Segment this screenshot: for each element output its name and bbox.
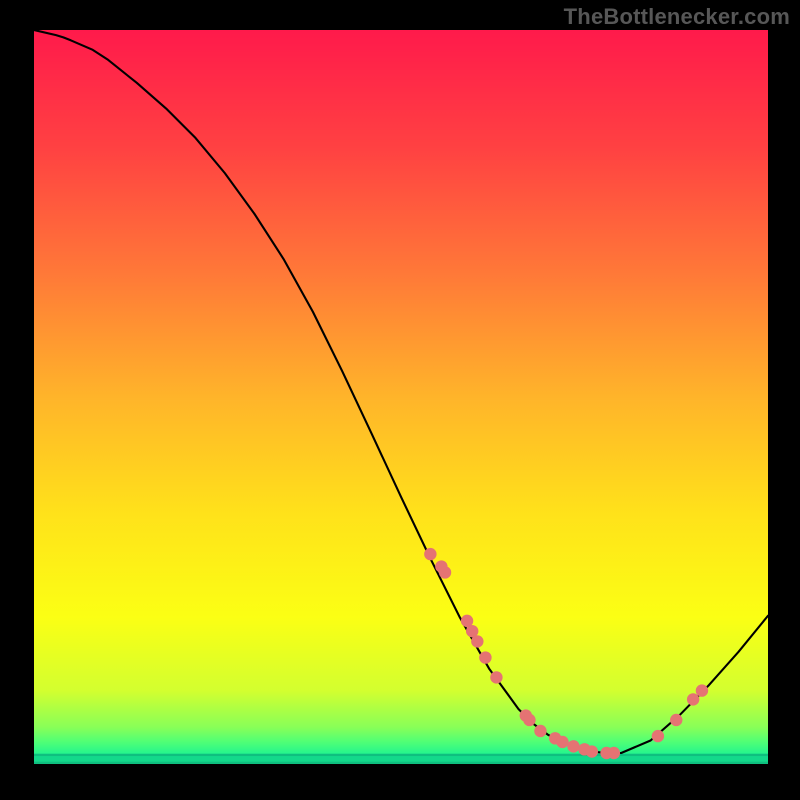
watermark-text: TheBottlenecker.com: [564, 4, 790, 30]
scatter-point: [534, 725, 546, 737]
scatter-point: [439, 566, 451, 578]
scatter-point: [523, 714, 535, 726]
scatter-point: [652, 730, 664, 742]
scatter-point: [424, 548, 436, 560]
scatter-point: [687, 693, 699, 705]
scatter-point: [479, 651, 491, 663]
scatter-point: [567, 740, 579, 752]
scatter-point: [608, 747, 620, 759]
chart-svg: [34, 30, 768, 764]
scatter-point: [586, 745, 598, 757]
chart-background: [34, 30, 768, 764]
scatter-point: [556, 736, 568, 748]
bottom-band-inner: [34, 756, 768, 762]
scatter-point: [471, 635, 483, 647]
chart-plot-area: [34, 30, 768, 764]
scatter-point: [670, 714, 682, 726]
scatter-point: [696, 684, 708, 696]
scatter-point: [490, 671, 502, 683]
